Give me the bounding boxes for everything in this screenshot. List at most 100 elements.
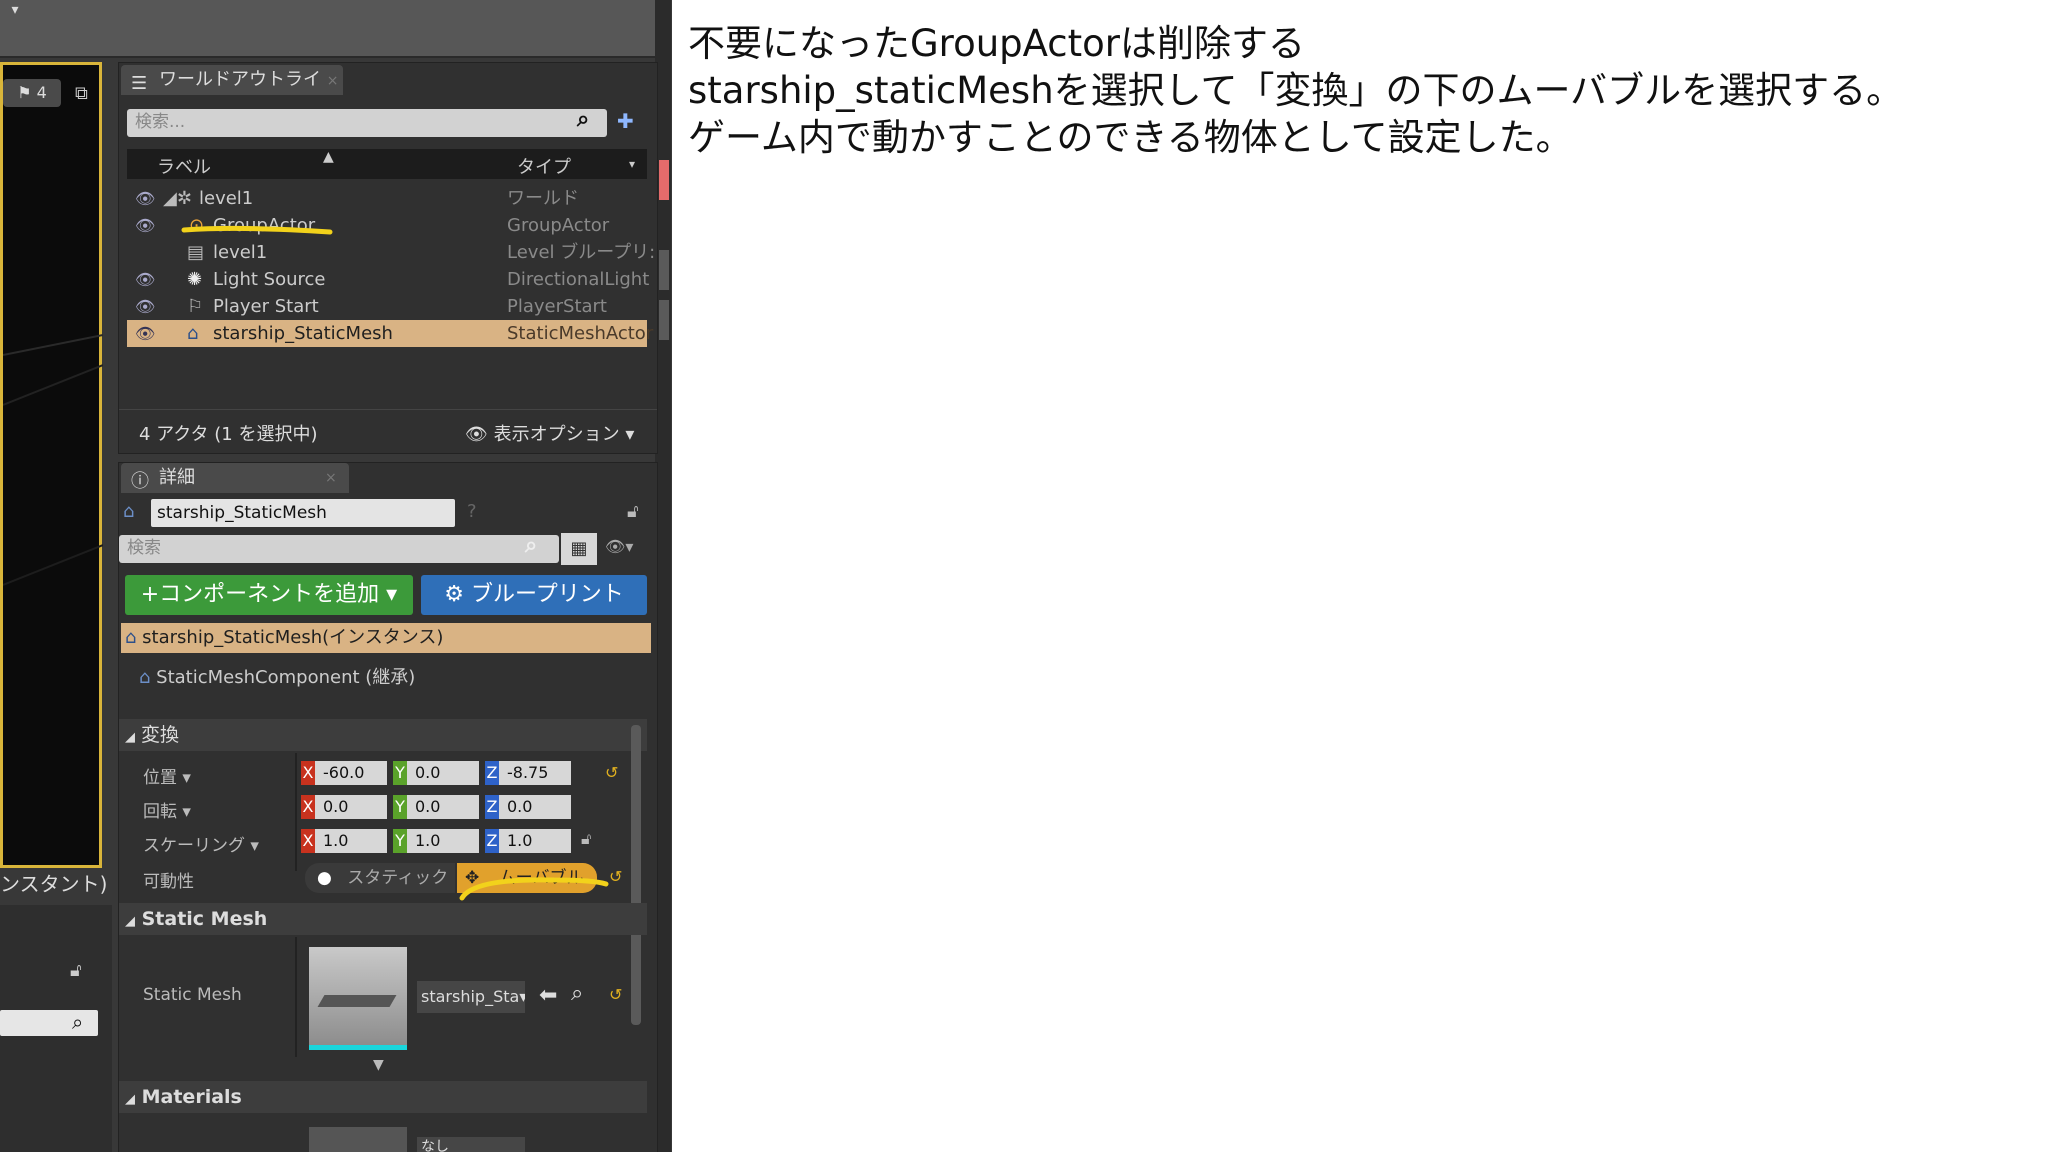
rotation-label[interactable]: 回転 ▾ xyxy=(143,797,191,822)
close-icon[interactable]: × xyxy=(327,73,339,89)
actor-name-input[interactable]: starship_StaticMesh xyxy=(151,499,455,527)
mesh-asset-picker[interactable]: starship_Sta▾ xyxy=(417,981,525,1013)
view-options-button[interactable]: 👁︎ 表示オプション ▾ xyxy=(465,420,634,446)
light-icon: ✺ xyxy=(187,269,203,290)
property-matrix-icon[interactable]: ▦ xyxy=(561,533,597,565)
maximize-icon[interactable]: ⧉ xyxy=(75,83,88,104)
location-y-field[interactable]: 0.0 xyxy=(407,761,479,785)
scale-label[interactable]: スケーリング ▾ xyxy=(143,831,259,856)
highlight-underline-movable xyxy=(459,877,609,901)
lock-icon[interactable]: 🔓︎ xyxy=(70,960,82,981)
search-icon[interactable]: ⌕ xyxy=(525,533,537,558)
details-scrollbar[interactable] xyxy=(631,725,641,1025)
eye-icon[interactable]: 👁︎ xyxy=(135,185,155,212)
label-value-separator xyxy=(295,753,297,871)
rotation-x-field[interactable]: 0.0 xyxy=(315,795,387,819)
search-icon[interactable]: ⌕ xyxy=(577,107,589,132)
material-thumbnail[interactable] xyxy=(309,1127,407,1152)
browse-search-icon[interactable]: ⌕ xyxy=(571,981,583,1006)
axis-y: Y xyxy=(393,795,407,819)
section-header-materials[interactable]: ◢ Materials xyxy=(119,1081,647,1113)
eye-icon[interactable]: 👁︎ xyxy=(135,266,155,293)
reset-icon[interactable]: ↺ xyxy=(609,985,622,1004)
add-component-button[interactable]: +コンポーネントを追加 ▾ xyxy=(125,575,413,615)
scale-y-field[interactable]: 1.0 xyxy=(407,829,479,853)
viewport[interactable]: ⚑ 4 ⧉ xyxy=(0,62,103,868)
actor-icon: ⌂ xyxy=(123,501,135,522)
close-icon[interactable]: × xyxy=(325,463,337,493)
viewport-grid-lines xyxy=(3,334,103,586)
world-icon: ◢✲ xyxy=(163,188,192,209)
lock-icon[interactable]: 🔓︎ xyxy=(581,829,591,849)
outliner-column-header: ラベル ▲ タイプ ▾ xyxy=(127,149,647,179)
outliner-row-selected[interactable]: 👁︎ ⌂ starship_StaticMesh StaticMeshActor xyxy=(127,320,653,347)
tab-details[interactable]: ⓘ 詳細 × xyxy=(121,463,349,493)
column-label[interactable]: ラベル xyxy=(157,153,211,179)
actor-count: 4 アクタ (1 を選択中) xyxy=(139,424,318,445)
instruction-line: 不要になったGroupActorは削除する xyxy=(688,22,1306,65)
rotation-z-field[interactable]: 0.0 xyxy=(499,795,571,819)
mesh-thumbnail[interactable] xyxy=(309,947,407,1050)
outliner-row[interactable]: 👁︎ ⚐ Player Start PlayerStart xyxy=(127,293,647,320)
instruction-text: 不要になったGroupActorは削除する starship_staticMes… xyxy=(688,20,2028,161)
static-mesh-component-icon: ⌂ xyxy=(139,667,151,688)
eye-icon[interactable]: 👁︎ xyxy=(135,320,155,347)
reset-icon[interactable]: ↺ xyxy=(605,763,618,782)
material-asset-picker[interactable]: なし xyxy=(417,1137,525,1152)
blueprint-button[interactable]: ⚙ ブループリント xyxy=(421,575,647,615)
axis-x: X xyxy=(301,795,315,819)
toolbar-area: ▾ xyxy=(0,0,658,58)
outliner-footer: 4 アクタ (1 を選択中) 👁︎ 表示オプション ▾ xyxy=(119,409,657,450)
section-header-transform[interactable]: ◢ 変換 xyxy=(119,719,647,751)
collapse-arrow-icon: ◢ xyxy=(125,730,135,745)
scale-z-field[interactable]: 1.0 xyxy=(499,829,571,853)
divider-marker xyxy=(659,300,669,340)
location-label[interactable]: 位置 ▾ xyxy=(143,763,191,788)
details-search-input[interactable]: 検索 xyxy=(119,535,559,563)
eye-icon[interactable]: 👁︎ xyxy=(135,293,155,320)
column-type[interactable]: タイプ xyxy=(517,153,571,179)
gears-icon: ⚙ xyxy=(444,582,472,607)
dropdown-arrow-icon[interactable]: ▾ xyxy=(2,2,28,24)
rotation-y-field[interactable]: 0.0 xyxy=(407,795,479,819)
column-options-icon[interactable]: ▾ xyxy=(629,157,635,171)
chevron-down-icon: ▾ xyxy=(519,987,525,1006)
lock-icon[interactable]: 🔓︎ xyxy=(627,501,639,522)
view-options-icon[interactable]: 👁︎▾ xyxy=(605,537,633,556)
location-z-field[interactable]: -8.75 xyxy=(499,761,571,785)
use-selected-arrow-icon[interactable]: ⬅ xyxy=(539,983,557,1008)
outliner-row[interactable]: 👁︎ ◢✲ level1 ワールド xyxy=(127,185,647,212)
outliner-search-input[interactable]: 検索... xyxy=(127,109,607,137)
details-panel: ⓘ 詳細 × ⌂ starship_StaticMesh ? 🔓︎ 検索 ⌕ ▦… xyxy=(118,462,658,1152)
outliner-row[interactable]: ▤ level1 Level ブループリ: xyxy=(127,239,655,266)
mobility-static-option[interactable]: ● スタティック xyxy=(305,863,455,893)
location-x-field[interactable]: -60.0 xyxy=(315,761,387,785)
outliner-row[interactable]: 👁︎ ✺ Light Source DirectionalLight xyxy=(127,266,649,293)
eye-icon[interactable]: 👁︎ xyxy=(135,212,155,239)
divider-marker xyxy=(659,250,669,290)
viewport-overlay-text: ンスタント) xyxy=(0,872,108,896)
expand-advanced-icon[interactable]: ▼ xyxy=(373,1057,384,1073)
world-outliner-panel: ☰ ワールドアウトライ × 検索... ⌕ ✚ ラベル ▲ タイプ ▾ 👁︎ ◢… xyxy=(118,62,658,454)
content-search-input[interactable] xyxy=(0,1010,98,1036)
component-row[interactable]: ⌂ StaticMeshComponent (継承) xyxy=(121,663,651,693)
viewport-camera-speed-badge[interactable]: ⚑ 4 xyxy=(3,79,61,107)
actor-icon: ⌂ xyxy=(125,627,137,648)
starship-preview-shape xyxy=(317,995,397,1007)
help-icon[interactable]: ? xyxy=(467,501,477,522)
instruction-line: starship_staticMeshを選択して「変換」の下のムーバブルを選択す… xyxy=(688,69,1904,112)
chevron-down-icon: ▾ xyxy=(379,582,398,607)
search-icon[interactable]: ⌕ xyxy=(72,1010,83,1034)
section-header-static-mesh[interactable]: ◢ Static Mesh xyxy=(119,903,647,935)
axis-y: Y xyxy=(393,829,407,853)
chevron-down-icon: ▾ xyxy=(625,424,635,445)
static-mesh-label: Static Mesh xyxy=(143,985,242,1005)
collapse-arrow-icon: ◢ xyxy=(125,1092,135,1107)
level-blueprint-icon: ▤ xyxy=(187,242,205,263)
divider-marker xyxy=(659,160,669,200)
tab-world-outliner[interactable]: ☰ ワールドアウトライ × xyxy=(121,65,343,95)
component-row-selected[interactable]: ⌂ starship_StaticMesh(インスタンス) xyxy=(121,623,651,653)
list-icon: ☰ xyxy=(131,73,148,94)
scale-x-field[interactable]: 1.0 xyxy=(315,829,387,853)
add-folder-icon[interactable]: ✚ xyxy=(617,109,634,133)
